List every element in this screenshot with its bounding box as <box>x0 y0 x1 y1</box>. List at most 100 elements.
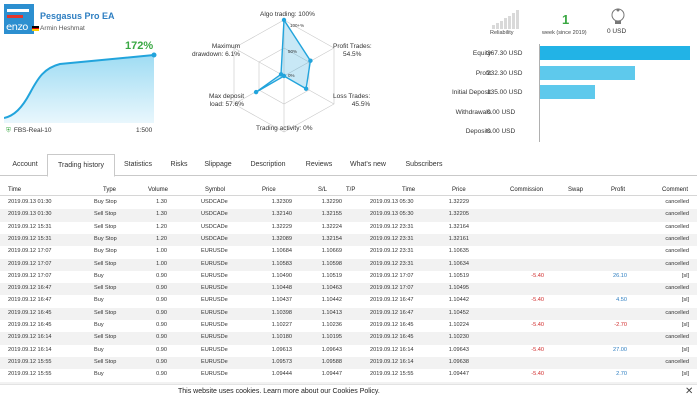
stat-label: Withdrawals <box>455 108 491 116</box>
table-cell: cancelled <box>665 211 689 218</box>
table-row[interactable]: 2019.09.12 17:07 Buy 0.90 EURUSDe 1.10490 1.1… <box>0 271 697 283</box>
signal-title[interactable]: Pesgasus Pro EA <box>40 11 115 21</box>
table-cell: cancelled <box>665 235 689 242</box>
table-cell: 1.09643 <box>448 346 469 353</box>
radar-100-label: 100+% <box>290 23 305 28</box>
table-cell: 0.90 <box>156 346 167 353</box>
table-cell: 1.10398 <box>271 309 292 316</box>
table-cell: 1.00 <box>156 260 167 267</box>
table-cell: -5.40 <box>531 371 544 378</box>
col-profit[interactable]: Profit <box>611 187 625 193</box>
history-table-body: 2019.09.13 01:30 Buy Stop 1.30 USDCADe 1.323… <box>0 197 697 387</box>
table-row[interactable]: 2019.09.12 17:07 Sell Stop 1.00 EURUSDe 1.10… <box>0 258 697 271</box>
table-cell: 1.10490 <box>271 272 292 279</box>
stat-row-initial-deposit: Initial Deposit 135.00 USD <box>430 83 690 103</box>
tab-subscribers[interactable]: Subscribers <box>396 154 452 176</box>
tab-whats-new[interactable]: What's new <box>341 154 395 176</box>
table-cell: 1.10634 <box>448 260 469 267</box>
table-cell: 0.90 <box>156 297 167 304</box>
col-tp[interactable]: T/P <box>346 187 355 193</box>
stat-value: 135.00 USD <box>487 89 523 96</box>
table-cell: 1.32140 <box>271 211 292 218</box>
table-cell: 1.10437 <box>271 297 292 304</box>
table-cell: 2019.09.12 16:45 <box>8 322 52 328</box>
table-cell: USDCADe <box>201 235 228 242</box>
stat-bar <box>540 46 690 60</box>
col-volume[interactable]: Volume <box>148 187 168 193</box>
table-cell: 1.32229 <box>448 199 469 205</box>
table-row[interactable]: 2019.09.12 17:07 Buy Stop 1.00 EURUSDe 1.106… <box>0 246 697 258</box>
table-cell: -5.40 <box>531 322 544 328</box>
table-cell: Buy <box>94 297 104 304</box>
col-commission[interactable]: Commission <box>510 187 543 193</box>
col-swap[interactable]: Swap <box>568 187 583 193</box>
table-cell: 1.30 <box>156 199 167 205</box>
subscription-price: 0 USD <box>607 28 627 35</box>
enzo-logo: enzo <box>4 4 34 34</box>
table-cell: 2019.09.13 01:30 <box>8 199 52 205</box>
close-icon[interactable]: ✕ <box>685 386 693 397</box>
table-cell: -5.40 <box>531 346 544 353</box>
col-time[interactable]: Time <box>8 187 21 193</box>
table-cell: 2.70 <box>616 371 627 378</box>
reliability-bars-icon <box>492 10 519 29</box>
tab-statistics[interactable]: Statistics <box>116 154 160 176</box>
table-cell: cancelled <box>665 260 689 267</box>
table-cell: 1.09638 <box>448 358 469 365</box>
reliability-label: Reliability <box>490 30 514 36</box>
table-cell: 1.32290 <box>321 199 342 205</box>
tab-reviews[interactable]: Reviews <box>298 154 340 176</box>
table-row[interactable]: 2019.09.12 15:55 Sell Stop 0.90 EURUSDe 1.09… <box>0 356 697 370</box>
table-cell: 1.10452 <box>448 309 469 316</box>
col-symbol[interactable]: Symbol <box>205 187 225 193</box>
leverage: 1:500 <box>136 127 153 134</box>
table-row[interactable]: 2019.09.12 16:14 Sell Stop 0.90 EURUSDe 1.10… <box>0 332 697 345</box>
table-cell: 1.32154 <box>321 235 342 242</box>
table-cell: [sl] <box>681 272 689 279</box>
table-cell: 1.09613 <box>271 346 292 353</box>
table-cell: 1.20 <box>156 235 167 242</box>
table-cell: 2019.09.12 17:07 <box>8 248 52 255</box>
author-name[interactable]: Armin Heshmat <box>40 25 85 32</box>
table-cell: 1.09643 <box>321 346 342 353</box>
table-row[interactable]: 2019.09.12 15:31 Buy Stop 1.20 USDCADe 1.320… <box>0 233 697 247</box>
col-close-price[interactable]: Price <box>452 187 466 193</box>
broker-label: FBS-Real-10 <box>13 127 52 134</box>
table-cell: 1.10583 <box>271 260 292 267</box>
tab-slippage[interactable]: Slippage <box>198 154 238 176</box>
tab-risks[interactable]: Risks <box>161 154 197 176</box>
col-comment[interactable]: Comment <box>662 187 688 193</box>
table-cell: 1.30 <box>156 211 167 218</box>
table-row[interactable]: 2019.09.12 16:47 Buy 0.90 EURUSDe 1.10437 1.1… <box>0 295 697 307</box>
table-cell: 1.10495 <box>448 285 469 292</box>
table-row[interactable]: 2019.09.12 16:14 Buy 0.90 EURUSDe 1.09613 1.0… <box>0 345 697 357</box>
table-row[interactable]: 2019.09.13 01:30 Sell Stop 1.30 USDCADe 1.32… <box>0 209 697 222</box>
tab-account[interactable]: Account <box>4 154 46 176</box>
table-cell: 2019.09.12 16:14 <box>8 346 52 353</box>
table-row[interactable]: 2019.09.12 16:47 Sell Stop 0.90 EURUSDe 1.10… <box>0 283 697 296</box>
stat-row-withdrawals: Withdrawals 0.00 USD <box>430 103 690 123</box>
table-cell: cancelled <box>665 248 689 255</box>
table-cell: cancelled <box>665 309 689 316</box>
tab-description[interactable]: Description <box>239 154 297 176</box>
stat-row-profit: Profit 232.30 USD <box>430 64 690 84</box>
weeks-value: 1 <box>562 12 570 27</box>
table-row[interactable]: 2019.09.12 16:45 Buy 0.90 EURUSDe 1.10227 1.1… <box>0 320 697 332</box>
table-cell: [sl] <box>681 371 689 378</box>
stat-bar <box>540 65 635 80</box>
table-row[interactable]: 2019.09.13 01:30 Buy Stop 1.30 USDCADe 1.323… <box>0 197 697 209</box>
radar-algo-label: Algo trading: 100% <box>260 11 315 18</box>
col-type[interactable]: Type <box>103 187 116 193</box>
table-row[interactable]: 2019.09.12 15:31 Sell Stop 1.20 USDCADe 1.32… <box>0 222 697 234</box>
tab-trading-history[interactable]: Trading history <box>47 154 115 177</box>
table-cell: EURUSDe <box>201 248 228 255</box>
table-row[interactable]: 2019.09.12 15:55 Buy 0.90 EURUSDe 1.09444 1.0… <box>0 369 697 381</box>
table-cell: -5.40 <box>531 272 544 279</box>
table-cell: 0.90 <box>156 322 167 328</box>
table-row[interactable]: 2019.09.12 16:45 Sell Stop 0.90 EURUSDe 1.10… <box>0 307 697 320</box>
broker-server[interactable]: ⛨ FBS-Real-10 <box>6 127 51 135</box>
col-sl[interactable]: S/L <box>318 187 327 193</box>
cookie-text[interactable]: This website uses cookies. Learn more ab… <box>178 388 380 395</box>
col-price[interactable]: Price <box>262 187 276 193</box>
col-close-time[interactable]: Time <box>402 187 415 193</box>
